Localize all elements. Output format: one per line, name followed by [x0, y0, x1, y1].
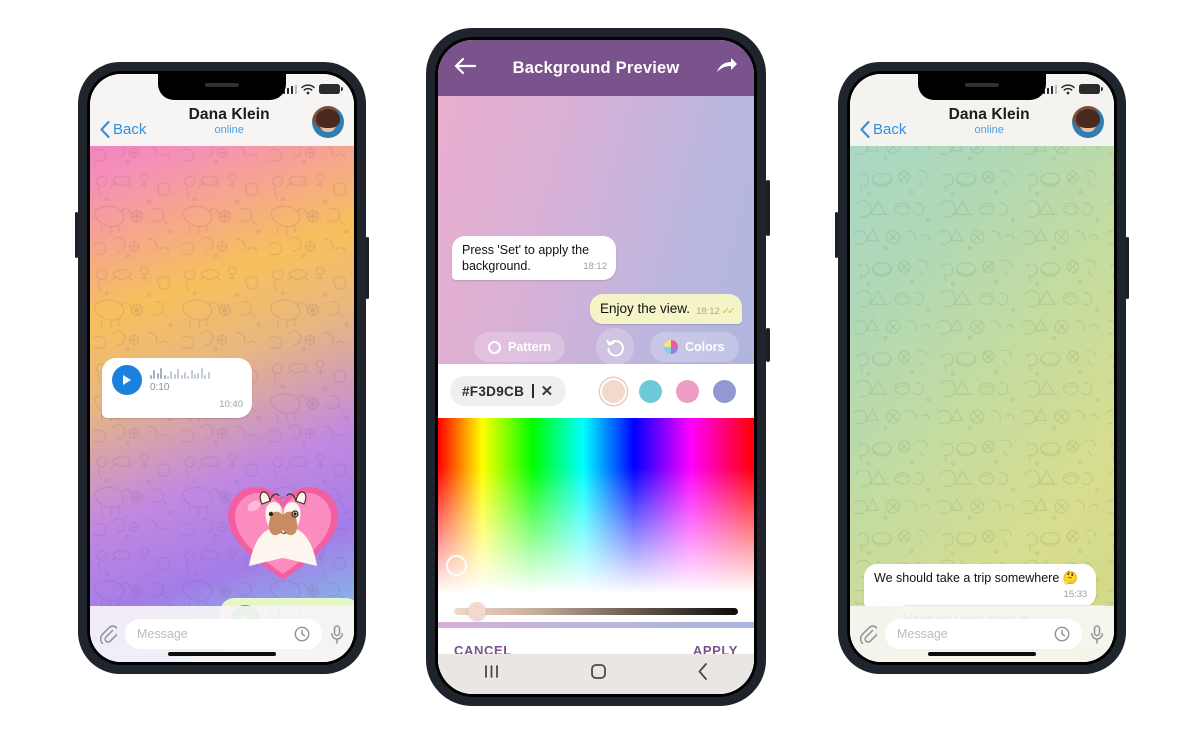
- phone-middle: Background Preview Press 'Set' to apply …: [426, 28, 770, 706]
- phone-left-screen: Back Dana Klein online 0:10 10:40 Messag…: [90, 74, 354, 662]
- message-text: Enjoy the view.: [600, 301, 691, 316]
- avatar[interactable]: [312, 106, 344, 138]
- rotate-undo-button[interactable]: [596, 328, 634, 366]
- circle-outline-icon: [488, 340, 501, 354]
- contact-name: Dana Klein: [948, 106, 1030, 124]
- llamas-in-heart-sticker[interactable]: [218, 474, 348, 586]
- message-text: Press 'Set' to apply the background.: [462, 243, 590, 273]
- recents-icon[interactable]: [483, 664, 500, 684]
- brightness-thumb[interactable]: [467, 602, 486, 620]
- pattern-chip[interactable]: Pattern: [474, 332, 566, 362]
- phone-left-power-button[interactable]: [366, 237, 369, 299]
- right-wallpaper-doodles: [850, 74, 1114, 642]
- back-button-label: Back: [873, 121, 907, 138]
- phone-right: Back Dana Klein online We should take a …: [835, 62, 1129, 674]
- message-time: 18:12: [696, 306, 720, 317]
- right-contact-info[interactable]: Dana Klein online: [906, 106, 1072, 137]
- voice-message[interactable]: 0:10: [112, 365, 243, 395]
- microphone-icon[interactable]: [1090, 624, 1104, 644]
- microphone-icon[interactable]: [330, 624, 344, 644]
- battery-icon: [319, 84, 343, 94]
- background-preview-header: Background Preview: [438, 40, 754, 96]
- message-time: 10:40: [219, 399, 243, 410]
- chevron-left-icon: [860, 121, 870, 138]
- text-caret: [532, 384, 534, 398]
- color-swatch-2[interactable]: [639, 379, 662, 403]
- right-home-indicator[interactable]: [928, 651, 1036, 656]
- waveform: [150, 366, 210, 379]
- phone-left-volume-button[interactable]: [75, 212, 78, 258]
- back-arrow-icon[interactable]: [454, 57, 477, 80]
- paperclip-icon[interactable]: [860, 624, 877, 644]
- back-button-label: Back: [113, 121, 147, 138]
- left-contact-info[interactable]: Dana Klein online: [146, 106, 312, 137]
- phone-middle-screen: Background Preview Press 'Set' to apply …: [438, 40, 754, 694]
- color-swatches: [602, 379, 742, 403]
- back-chevron-icon[interactable]: [697, 663, 709, 685]
- phone-middle-power-button[interactable]: [766, 328, 770, 362]
- read-receipt-icon: ✓✓: [721, 306, 735, 317]
- brightness-slider-row: [438, 594, 754, 628]
- color-selector-ring[interactable]: [446, 555, 467, 576]
- hex-input-row: #F3D9CB ✕: [438, 364, 754, 418]
- phone-right-screen: Back Dana Klein online We should take a …: [850, 74, 1114, 662]
- message-time: 15:33: [1063, 588, 1088, 600]
- phone-middle-volume-button[interactable]: [766, 180, 770, 236]
- message-bubble-out[interactable]: Enjoy the view. 18:12 ✓✓: [590, 294, 742, 324]
- back-button[interactable]: Back: [860, 121, 906, 138]
- share-arrow-icon[interactable]: [716, 56, 738, 81]
- back-button[interactable]: Back: [100, 121, 146, 138]
- message-time: 18:12: [583, 260, 607, 272]
- wifi-icon: [301, 83, 315, 94]
- message-bubble-voice-in[interactable]: 0:10 10:40: [102, 358, 252, 418]
- screenshot-stage: Back Dana Klein online 0:10 10:40 Messag…: [0, 0, 1200, 735]
- android-nav-bar: [438, 654, 754, 694]
- pattern-chip-label: Pattern: [508, 340, 552, 354]
- message-input-placeholder: Message: [897, 627, 948, 641]
- message-text: We should take a trip somewhere 🤔: [874, 571, 1079, 585]
- message-input-placeholder: Message: [137, 627, 188, 641]
- contact-status: online: [214, 124, 244, 137]
- contact-name: Dana Klein: [188, 106, 270, 124]
- message-bubble-in[interactable]: Press 'Set' to apply the background. 18:…: [452, 236, 616, 281]
- sticker-clock-icon[interactable]: [294, 626, 310, 642]
- avatar[interactable]: [1072, 106, 1104, 138]
- colors-chip-label: Colors: [685, 340, 725, 354]
- message-input[interactable]: Message: [885, 619, 1082, 649]
- voice-duration: 0:10: [150, 381, 170, 393]
- play-glyph-icon: [123, 375, 131, 385]
- home-circle-icon[interactable]: [590, 663, 607, 685]
- phone-right-power-button[interactable]: [1126, 237, 1129, 299]
- battery-icon: [1079, 84, 1103, 94]
- hex-value: #F3D9CB: [462, 383, 525, 399]
- close-x-icon[interactable]: ✕: [541, 384, 554, 399]
- right-notch: [918, 74, 1046, 100]
- phone-right-volume-button[interactable]: [835, 212, 838, 258]
- page-title: Background Preview: [512, 58, 680, 77]
- color-swatch-3[interactable]: [676, 379, 699, 403]
- left-home-indicator[interactable]: [168, 651, 276, 656]
- chevron-left-icon: [100, 121, 110, 138]
- paperclip-icon[interactable]: [100, 624, 117, 644]
- hue-saturation-plane[interactable]: [438, 418, 754, 594]
- play-icon[interactable]: [112, 365, 142, 395]
- wifi-icon: [1061, 83, 1075, 94]
- left-notch: [158, 74, 286, 100]
- color-wheel-icon: [664, 340, 678, 354]
- message-bubble-in[interactable]: We should take a trip somewhere 🤔 15:33: [864, 564, 1097, 607]
- contact-status: online: [974, 124, 1004, 137]
- message-input[interactable]: Message: [125, 619, 322, 649]
- color-swatch-4[interactable]: [713, 379, 736, 403]
- color-swatch-1[interactable]: [602, 379, 625, 403]
- color-picker-panel: #F3D9CB ✕ CANCEL APPLY: [438, 364, 754, 672]
- colors-chip[interactable]: Colors: [650, 332, 739, 362]
- brightness-slider[interactable]: [454, 602, 738, 620]
- phone-left: Back Dana Klein online 0:10 10:40 Messag…: [75, 62, 369, 674]
- hex-input[interactable]: #F3D9CB ✕: [450, 376, 566, 406]
- sticker-clock-icon[interactable]: [1054, 626, 1070, 642]
- rotate-undo-icon: [605, 339, 624, 357]
